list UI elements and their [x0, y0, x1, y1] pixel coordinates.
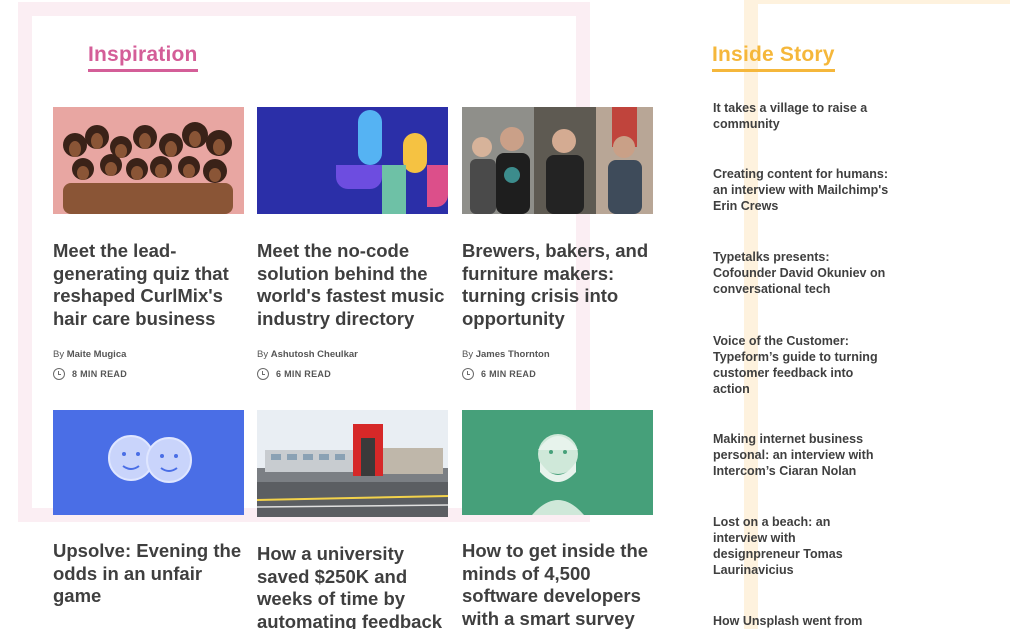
read-time-label: 6 MIN READ [276, 369, 332, 379]
article-title[interactable]: Upsolve: Evening the odds in an unfair g… [53, 540, 249, 608]
group-of-women-photo[interactable] [53, 107, 244, 214]
article-byline: By Maite Mugica [53, 349, 126, 360]
inside-story-section-title[interactable]: Inside Story [712, 43, 835, 72]
article-title[interactable]: How a university saved $250K and weeks o… [257, 543, 453, 629]
story-link[interactable]: Typetalks presents: Cofounder David Okun… [713, 249, 893, 297]
article-card-brewers-bakers[interactable]: Brewers, bakers, and furniture makers: t… [462, 107, 654, 380]
article-author[interactable]: Ashutosh Cheulkar [271, 349, 358, 360]
business-owners-collage[interactable] [462, 107, 653, 214]
article-card-upsolve[interactable]: Upsolve: Evening the odds in an unfair g… [53, 410, 245, 606]
read-time-label: 8 MIN READ [72, 369, 128, 379]
clock-icon [257, 368, 269, 380]
article-read-time: 8 MIN READ [53, 368, 127, 380]
byline-prefix: By [53, 349, 65, 360]
article-card-developer-survey[interactable]: How to get inside the minds of 4,500 sof… [462, 410, 654, 629]
article-read-time: 6 MIN READ [257, 368, 331, 380]
article-author[interactable]: Maite Mugica [67, 349, 127, 360]
clock-icon [53, 368, 65, 380]
article-read-time: 6 MIN READ [462, 368, 536, 380]
byline-prefix: By [257, 349, 269, 360]
inspiration-section-title[interactable]: Inspiration [88, 43, 198, 72]
story-link[interactable]: Lost on a beach: an interview with desig… [713, 514, 863, 578]
article-byline: By Ashutosh Cheulkar [257, 349, 358, 360]
story-link[interactable]: How Unsplash went from [713, 613, 893, 629]
article-byline: By James Thornton [462, 349, 550, 360]
story-link[interactable]: Voice of the Customer: Typeform’s guide … [713, 333, 893, 397]
byline-prefix: By [462, 349, 474, 360]
story-link[interactable]: Creating content for humans: an intervie… [713, 166, 893, 214]
university-building-photo[interactable] [257, 410, 448, 517]
founders-portrait-illustration[interactable] [53, 410, 244, 515]
developer-portrait-illustration[interactable] [462, 410, 653, 515]
abstract-shapes-illustration[interactable] [257, 107, 448, 214]
read-time-label: 6 MIN READ [481, 369, 537, 379]
article-card-curlmix[interactable]: Meet the lead-generating quiz that resha… [53, 107, 245, 380]
article-title[interactable]: Meet the no-code solution behind the wor… [257, 240, 453, 331]
article-title[interactable]: Brewers, bakers, and furniture makers: t… [462, 240, 658, 331]
article-card-music-directory[interactable]: Meet the no-code solution behind the wor… [257, 107, 449, 380]
article-author[interactable]: James Thornton [476, 349, 550, 360]
article-title[interactable]: How to get inside the minds of 4,500 sof… [462, 540, 658, 629]
article-title[interactable]: Meet the lead-generating quiz that resha… [53, 240, 249, 331]
article-card-university[interactable]: How a university saved $250K and weeks o… [257, 410, 449, 629]
story-link[interactable]: Making internet business personal: an in… [713, 431, 895, 479]
clock-icon [462, 368, 474, 380]
story-link[interactable]: It takes a village to raise a community [713, 100, 893, 132]
